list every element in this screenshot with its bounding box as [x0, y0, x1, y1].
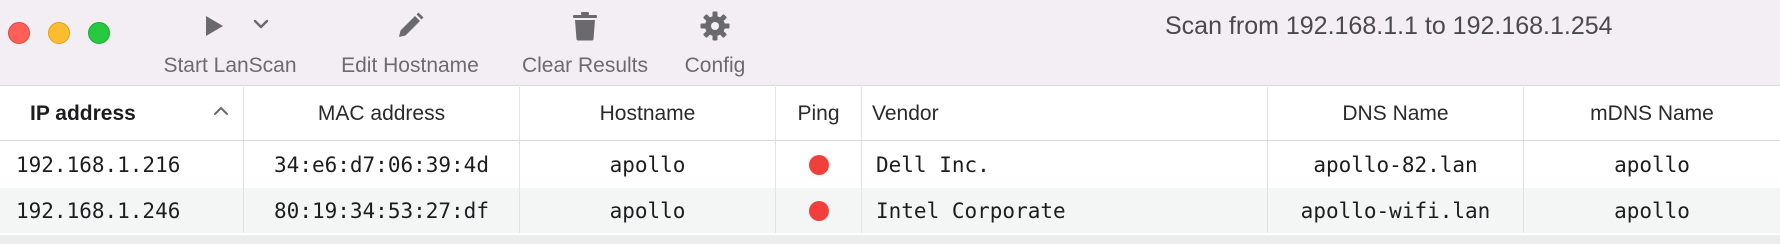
ip-cell: 192.168.1.216: [0, 141, 244, 188]
pencil-icon: [399, 12, 424, 37]
start-lanscan-label: Start LanScan: [163, 54, 297, 77]
column-header-ping[interactable]: Ping: [776, 87, 862, 141]
zoom-window-button[interactable]: [88, 22, 110, 44]
column-header-mdns-name[interactable]: mDNS Name: [1524, 87, 1780, 141]
sort-ascending-icon: [214, 107, 228, 115]
window-bottom-edge: [0, 235, 1780, 244]
ip-cell: 192.168.1.246: [0, 188, 244, 233]
column-header-dns-name[interactable]: DNS Name: [1268, 87, 1524, 141]
dns-cell: apollo-wifi.lan: [1268, 188, 1524, 233]
gear-icon: [700, 11, 730, 41]
vendor-cell: Dell Inc.: [862, 141, 1268, 188]
results-table: IP address MAC address Hostname Ping Ven…: [0, 87, 1780, 233]
minimize-window-button[interactable]: [48, 22, 70, 44]
config-button[interactable]: Config: [675, 6, 755, 82]
column-header-ip-address[interactable]: IP address: [0, 87, 244, 141]
toolbar: Start LanScan Edit Hostname Clear Result…: [0, 0, 1780, 86]
table-row[interactable]: 192.168.1.246 80:19:34:53:27:df apollo I…: [0, 188, 1780, 233]
start-icons: [155, 6, 305, 46]
ping-cell: [776, 141, 862, 188]
table-row[interactable]: 192.168.1.216 34:e6:d7:06:39:4d apollo D…: [0, 141, 1780, 188]
dns-cell: apollo-82.lan: [1268, 141, 1524, 188]
vendor-cell: Intel Corporate: [862, 188, 1268, 233]
hostname-cell: apollo: [520, 141, 776, 188]
clear-results-label: Clear Results: [521, 54, 649, 77]
play-icon: [206, 16, 223, 36]
mac-cell: 34:e6:d7:06:39:4d: [244, 141, 520, 188]
column-header-hostname[interactable]: Hostname: [520, 87, 776, 141]
config-label: Config: [684, 54, 746, 77]
column-header-mac-address[interactable]: MAC address: [244, 87, 520, 141]
mdns-cell: apollo: [1614, 152, 1690, 177]
window-title: Scan from 192.168.1.1 to 192.168.1.254: [1165, 12, 1613, 40]
ping-status-icon: [808, 154, 829, 175]
ping-status-icon: [808, 200, 829, 221]
edit-hostname-button[interactable]: Edit Hostname: [330, 6, 490, 82]
mdns-cell: apollo: [1614, 198, 1690, 223]
table-header: IP address MAC address Hostname Ping Ven…: [0, 87, 1780, 141]
clear-results-button[interactable]: Clear Results: [510, 6, 660, 82]
close-window-button[interactable]: [8, 22, 30, 44]
column-header-vendor[interactable]: Vendor: [862, 87, 1268, 141]
chevron-down-icon[interactable]: [253, 18, 269, 30]
hostname-cell: apollo: [520, 188, 776, 233]
trash-icon: [573, 12, 597, 41]
start-lanscan-button[interactable]: Start LanScan: [150, 6, 310, 82]
ping-cell: [776, 188, 862, 233]
mac-cell: 80:19:34:53:27:df: [244, 188, 520, 233]
lanscan-window: Start LanScan Edit Hostname Clear Result…: [0, 0, 1780, 244]
edit-hostname-label: Edit Hostname: [341, 54, 479, 77]
